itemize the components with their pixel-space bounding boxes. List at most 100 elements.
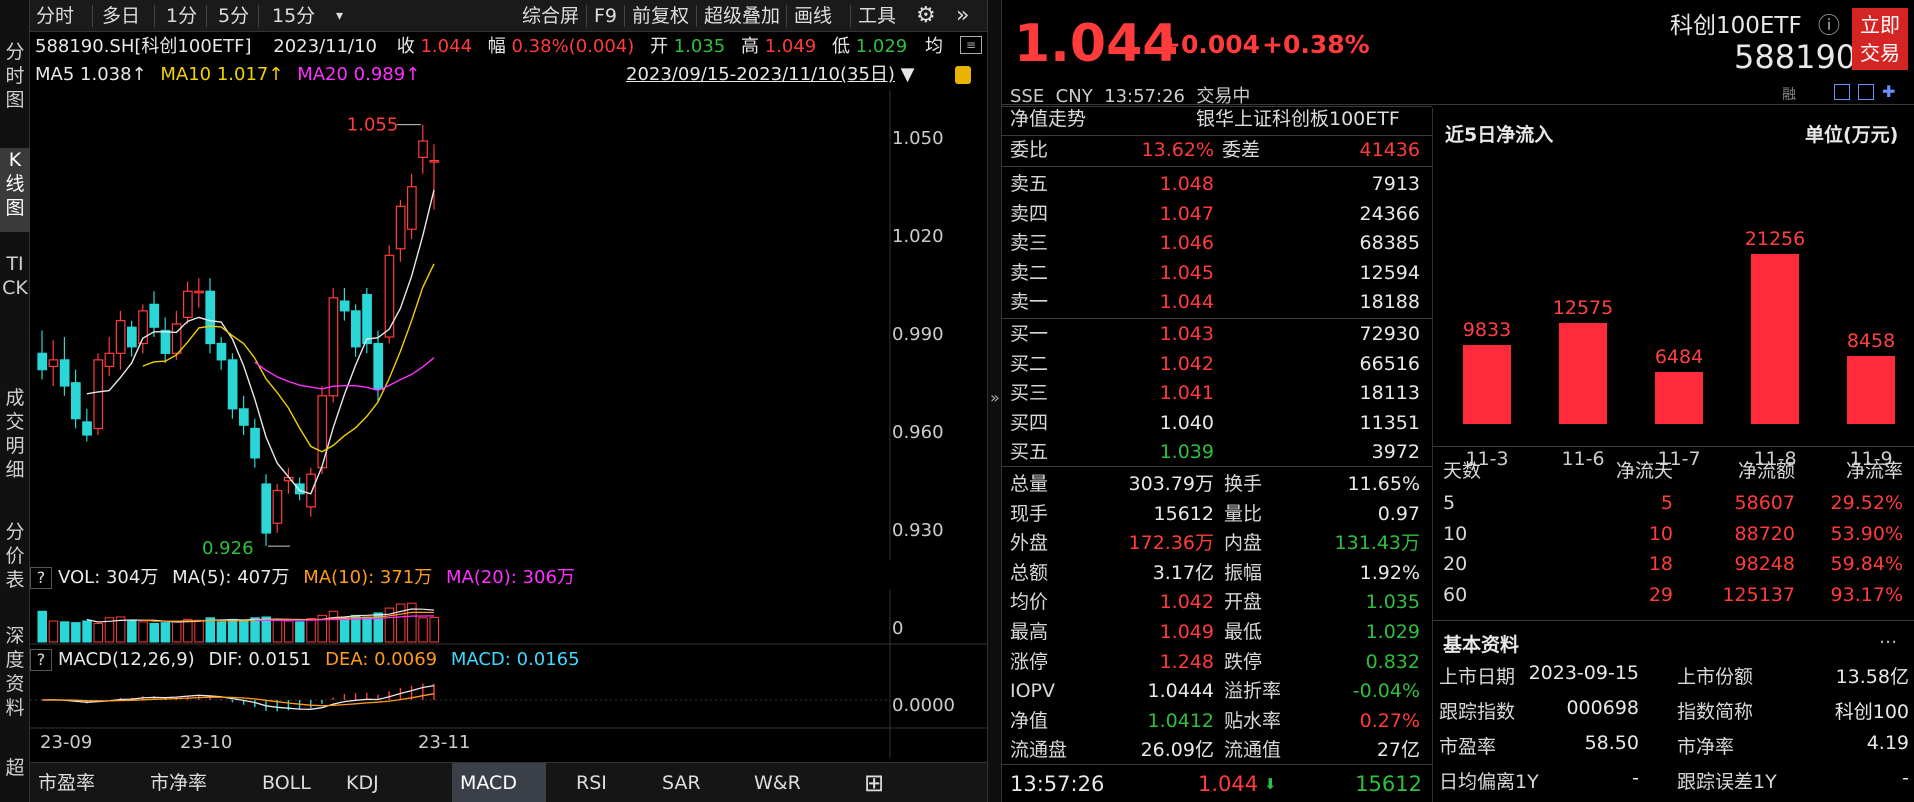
edit-icon[interactable] — [1834, 84, 1850, 100]
vol-ma5: MA(5): 407万 — [172, 567, 290, 588]
tab-wr[interactable]: W&R — [746, 763, 822, 802]
flow-table-inflow-rate: 93.17% — [1830, 583, 1903, 606]
stat-label: 总量 — [1010, 473, 1049, 495]
stat-label: 外盘 — [1010, 532, 1049, 555]
draw-line-button[interactable]: 画线 — [788, 0, 838, 32]
stat-row: 均价 1.042 开盘 1.035 — [1002, 588, 1432, 617]
period-15min-button[interactable]: 15分 — [266, 0, 321, 32]
bid-level-row[interactable]: 买三 1.041 18113 — [1002, 379, 1432, 408]
candle-body — [70, 382, 81, 420]
gear-icon[interactable]: ⚙ — [910, 0, 942, 32]
window-icon[interactable] — [1858, 84, 1874, 100]
forward-adjust-button[interactable]: 前复权 — [626, 0, 695, 32]
flow-table-inflow-amount: 98248 — [1734, 553, 1795, 575]
high-label: 高 — [740, 36, 759, 57]
panel-splitter[interactable]: » — [987, 0, 1002, 802]
lock-icon[interactable] — [955, 66, 971, 84]
price-chart-svg[interactable]: 1.055 0.926 — [30, 90, 987, 560]
date-range-selector[interactable]: 2023/09/15-2023/11/10(35日) — [626, 64, 895, 85]
close-value: 1.044 — [420, 36, 473, 57]
tools-button[interactable]: 工具 — [852, 0, 902, 32]
nav-row: 净值走势 银华上证科创板100ETF — [1002, 105, 1432, 134]
candle-body — [429, 159, 440, 163]
bar-date: 2023/11/10 — [273, 36, 378, 57]
ask-level-row[interactable]: 卖四 1.047 24366 — [1002, 200, 1432, 229]
stat-value: 15612 — [1153, 502, 1214, 525]
trade-now-button[interactable]: 立即 交易 — [1852, 8, 1908, 70]
period-5min-button[interactable]: 5分 — [212, 0, 255, 32]
basic-info-more[interactable]: ... — [1879, 626, 1897, 648]
tab-macd[interactable]: MACD — [452, 763, 546, 802]
volume-help-icon[interactable]: ? — [30, 567, 52, 589]
period-multiday-button[interactable]: 多日 — [96, 0, 146, 32]
candle-body — [216, 342, 227, 361]
candle-body — [115, 320, 126, 354]
ask-level-row[interactable]: 卖三 1.046 68385 — [1002, 229, 1432, 258]
tab-pb[interactable]: 市净率 — [142, 763, 246, 802]
period-intraday-button[interactable]: 分时 — [30, 0, 80, 32]
vtab-tick[interactable]: TICK — [0, 252, 30, 364]
candle-body — [183, 290, 193, 318]
financing-icon[interactable]: 融 — [1782, 84, 1796, 104]
nav-trend-tab[interactable]: 净值走势 — [1010, 105, 1086, 134]
vtab-super[interactable]: 超 — [0, 756, 30, 786]
tick-price: 1.044 — [1198, 772, 1259, 796]
ask-level-row[interactable]: 卖二 1.045 12594 — [1002, 259, 1432, 288]
volume-bar — [339, 617, 350, 643]
candle-body — [126, 326, 137, 348]
candle-body — [227, 359, 238, 410]
vtab-depth-info[interactable]: 深度资料 — [0, 624, 30, 736]
period-dropdown-icon[interactable]: ▾ — [330, 0, 349, 32]
ma20-line — [254, 357, 435, 392]
super-overlay-button[interactable]: 超级叠加 — [698, 0, 786, 32]
range-dropdown-icon[interactable]: ▼ — [901, 64, 915, 85]
vol-value: VOL: 304万 — [58, 567, 159, 588]
list-icon[interactable]: ≡ — [960, 36, 982, 54]
info-icon[interactable]: ⓘ — [1818, 8, 1840, 40]
candle-body — [272, 489, 283, 524]
price-change-pct: +0.38% — [1262, 30, 1370, 59]
vtab-intraday[interactable]: 分时图 — [0, 40, 30, 124]
stat-label: 换手 — [1224, 473, 1263, 495]
volume-header: ? VOL: 304万 MA(5): 407万 MA(10): 371万 MA(2… — [30, 564, 575, 592]
security-code: 588190 — [1734, 38, 1857, 76]
flow-bar[interactable] — [1847, 356, 1895, 424]
volume-bar — [395, 603, 406, 643]
tab-boll[interactable]: BOLL — [254, 763, 336, 802]
expand-icon[interactable]: » — [990, 388, 1000, 407]
tab-kdj[interactable]: KDJ — [338, 763, 420, 802]
bid-level-row[interactable]: 买五 1.039 3972 — [1002, 438, 1432, 467]
bid-level-row[interactable]: 买二 1.042 66516 — [1002, 350, 1432, 379]
flow-bar[interactable] — [1751, 254, 1799, 424]
vtab-trade-detail[interactable]: 成交明细 — [0, 386, 30, 498]
weibi-label: 委比 — [1010, 139, 1049, 161]
flow-bar[interactable] — [1559, 323, 1607, 424]
more-icon[interactable]: » — [950, 0, 975, 32]
vtab-kline[interactable]: K线图 — [0, 148, 30, 232]
tab-sar[interactable]: SAR — [654, 763, 724, 802]
candle-body — [205, 290, 216, 345]
tab-pe[interactable]: 市盈率 — [30, 763, 130, 802]
flow-bar[interactable] — [1463, 345, 1511, 424]
volume-bar — [205, 617, 215, 643]
f9-button[interactable]: F9 — [588, 0, 623, 32]
add-icon[interactable]: ✚ — [1882, 82, 1895, 101]
bid-level-row[interactable]: 买四 1.040 11351 — [1002, 409, 1432, 438]
bid-level-row[interactable]: 买一 1.043 72930 — [1002, 320, 1432, 349]
stat-label: 净值 — [1010, 709, 1049, 732]
candle-body — [149, 303, 160, 328]
add-indicator-icon[interactable]: ⊞ — [856, 763, 892, 802]
ask-level-row[interactable]: 卖五 1.048 7913 — [1002, 170, 1432, 199]
tab-rsi[interactable]: RSI — [568, 763, 632, 802]
basic-value: 000698 — [1566, 697, 1639, 719]
ask-level-row[interactable]: 卖一 1.044 18188 — [1002, 288, 1432, 317]
high-annotation: 1.055 — [347, 115, 399, 136]
period-1min-button[interactable]: 1分 — [160, 0, 203, 32]
stat-label: 溢折率 — [1224, 680, 1282, 703]
volume-macd-svg[interactable] — [30, 590, 987, 758]
basic-value: 4.19 — [1866, 732, 1909, 754]
stat-value: 1.042 — [1159, 591, 1214, 614]
vtab-price-table[interactable]: 分价表 — [0, 520, 30, 604]
flow-bar[interactable] — [1655, 372, 1703, 424]
composite-screen-button[interactable]: 综合屏 — [516, 0, 585, 32]
